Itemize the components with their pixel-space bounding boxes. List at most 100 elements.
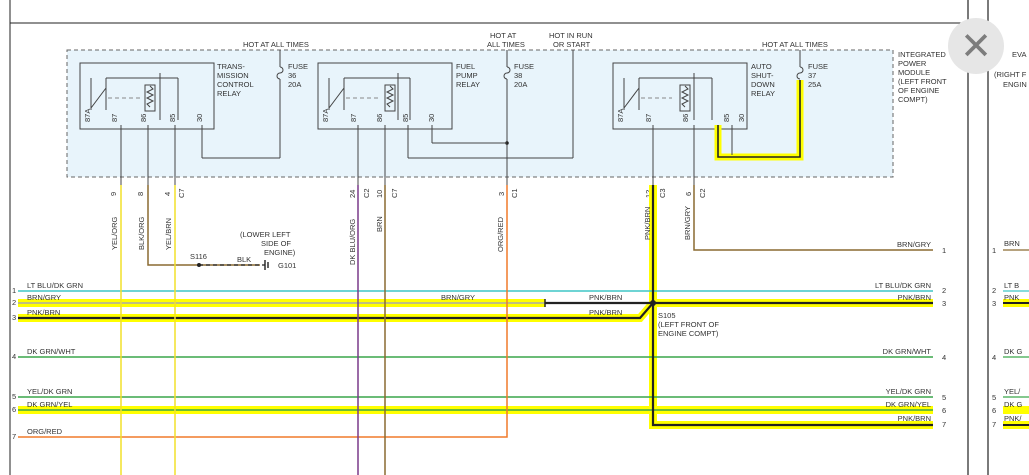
svg-text:PNK/BRN: PNK/BRN [643,207,652,240]
svg-text:C7: C7 [177,188,186,198]
svg-text:YEL/ORG: YEL/ORG [110,216,119,250]
hot-label-2b: ALL TIMES [487,40,525,49]
svg-text:9: 9 [109,192,118,196]
svg-text:6: 6 [12,405,16,414]
svg-text:(LEFT FRONT OF: (LEFT FRONT OF [658,320,719,329]
close-icon: ✕ [960,24,992,68]
harness-right: BRN/GRY 1 LT BLU/DK GRN 2 PNK/BRN 3 DK GRN/… [875,240,946,429]
svg-text:C3: C3 [658,188,667,198]
svg-text:85: 85 [401,114,410,122]
svg-text:7: 7 [942,420,946,429]
svg-text:87A: 87A [83,109,92,122]
svg-text:RELAY: RELAY [751,89,775,98]
svg-text:LT BLU/DK GRN: LT BLU/DK GRN [875,281,931,290]
svg-text:DK GRN/WHT: DK GRN/WHT [883,347,932,356]
svg-text:86: 86 [375,114,384,122]
svg-text:37: 37 [808,71,816,80]
svg-text:DK BLU/ORG: DK BLU/ORG [348,219,357,265]
svg-text:INTEGRATED: INTEGRATED [898,50,946,59]
svg-text:3: 3 [992,299,996,308]
svg-text:(LOWER LEFT: (LOWER LEFT [240,230,291,239]
svg-text:6: 6 [942,406,946,415]
svg-text:RELAY: RELAY [456,80,480,89]
svg-text:MODULE: MODULE [898,68,930,77]
far-right-harness: 1 BRN 2 LT B 3 PNK 4 DK G 5 YEL/ 6 DK G 7 PNK/ [992,239,1029,429]
ground-labels: S116 BLK G101 (LOWER LEFT SIDE OF ENGINE… [190,230,296,270]
svg-text:PNK/BRN: PNK/BRN [589,293,622,302]
svg-text:LT BLU/DK GRN: LT BLU/DK GRN [27,281,83,290]
run-label-a: HOT IN RUN [549,31,593,40]
hot-label-1: HOT AT ALL TIMES [243,40,309,49]
svg-text:38: 38 [514,71,522,80]
svg-text:4: 4 [163,192,172,196]
svg-text:5: 5 [942,393,946,402]
svg-text:1: 1 [12,286,16,295]
svg-text:YEL/DK GRN: YEL/DK GRN [27,387,72,396]
svg-text:TRANS-: TRANS- [217,62,245,71]
svg-text:FUSE: FUSE [514,62,534,71]
svg-text:YEL/DK GRN: YEL/DK GRN [886,387,931,396]
svg-text:BRN/GRY: BRN/GRY [683,206,692,240]
svg-text:87: 87 [644,114,653,122]
svg-text:FUSE: FUSE [808,62,828,71]
svg-text:3: 3 [942,299,946,308]
svg-text:FUEL: FUEL [456,62,475,71]
svg-text:BLK/ORG: BLK/ORG [137,216,146,250]
svg-text:8: 8 [136,192,145,196]
module-label: INTEGRATED POWER MODULE (LEFT FRONT OF E… [898,50,947,104]
harness-wires [18,185,933,475]
svg-text:7: 7 [12,432,16,441]
svg-text:87: 87 [349,114,358,122]
svg-text:20A: 20A [288,80,301,89]
svg-text:SIDE OF: SIDE OF [261,239,291,248]
svg-text:CONTROL: CONTROL [217,80,254,89]
svg-text:30: 30 [737,114,746,122]
svg-text:PNK/: PNK/ [1004,414,1022,423]
svg-text:3: 3 [497,192,506,196]
svg-text:PUMP: PUMP [456,71,478,80]
svg-text:7: 7 [992,420,996,429]
hot-label-2a: HOT AT [490,31,517,40]
svg-text:PNK/BRN: PNK/BRN [27,308,60,317]
svg-text:4: 4 [12,352,16,361]
svg-text:BRN/GRY: BRN/GRY [27,293,61,302]
svg-text:POWER: POWER [898,59,927,68]
svg-text:BRN: BRN [375,216,384,232]
svg-text:YEL/: YEL/ [1004,387,1021,396]
svg-text:2: 2 [942,286,946,295]
highlighted-wires [18,185,933,429]
svg-text:PNK/BRN: PNK/BRN [589,308,622,317]
svg-text:LT B: LT B [1004,281,1019,290]
wiring-diagram: HOT AT ALL TIMES HOT AT ALL TIMES HOT IN… [9,0,1029,475]
svg-text:5: 5 [992,393,996,402]
svg-text:EVA: EVA [1012,50,1026,59]
svg-text:ORG/RED: ORG/RED [27,427,63,436]
svg-text:PNK/BRN: PNK/BRN [898,293,931,302]
svg-text:ORG/RED: ORG/RED [496,216,505,252]
hot-label-3: HOT AT ALL TIMES [762,40,828,49]
svg-text:(LEFT FRONT: (LEFT FRONT [898,77,947,86]
svg-text:6: 6 [992,406,996,415]
svg-text:MISSION: MISSION [217,71,249,80]
svg-text:DK GRN/WHT: DK GRN/WHT [27,347,76,356]
svg-text:87A: 87A [321,109,330,122]
svg-text:G101: G101 [278,261,296,270]
svg-text:86: 86 [681,114,690,122]
svg-text:BRN: BRN [1004,239,1020,248]
svg-text:BRN/GRY: BRN/GRY [441,293,475,302]
svg-text:24: 24 [348,190,357,198]
svg-text:AUTO: AUTO [751,62,772,71]
svg-text:PNK: PNK [1004,293,1019,302]
svg-text:C2: C2 [362,188,371,198]
svg-text:PNK/BRN: PNK/BRN [898,414,931,423]
close-button[interactable]: ✕ [948,18,1004,74]
svg-text:DK GRN/YEL: DK GRN/YEL [886,400,931,409]
svg-text:10: 10 [375,190,384,198]
svg-text:3: 3 [12,313,16,322]
svg-text:FUSE: FUSE [288,62,308,71]
svg-text:DK G: DK G [1004,400,1023,409]
svg-text:DK G: DK G [1004,347,1023,356]
svg-text:DK GRN/YEL: DK GRN/YEL [27,400,72,409]
svg-text:DOWN: DOWN [751,80,775,89]
svg-text:1: 1 [992,246,996,255]
